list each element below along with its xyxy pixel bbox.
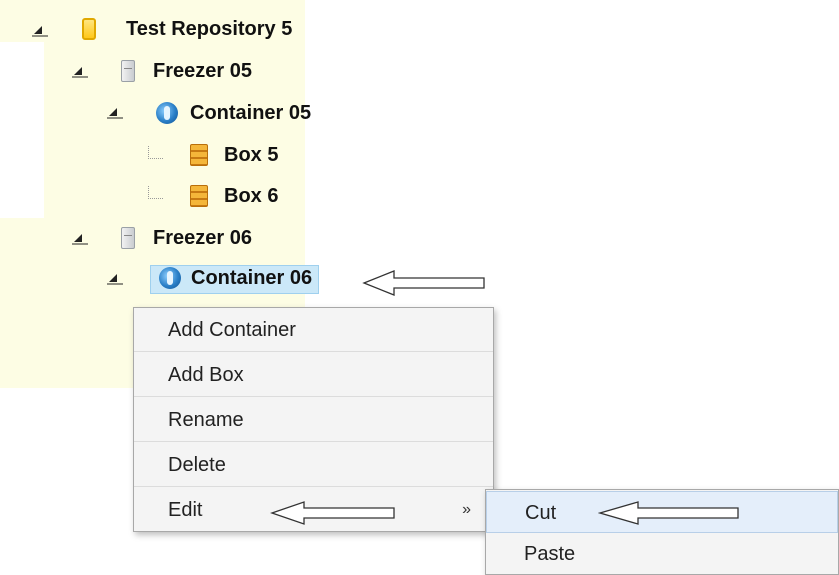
tree-node-repository[interactable]: Test Repository 5 [82, 11, 292, 47]
box-icon [190, 185, 208, 207]
repository-icon [82, 18, 96, 40]
tree-node-label: Freezer 06 [153, 226, 252, 249]
tree-connector [148, 186, 163, 199]
box-icon [190, 144, 208, 166]
menu-item-delete[interactable]: Delete [134, 443, 493, 487]
tree-node-box-5[interactable]: Box 5 [190, 137, 278, 173]
tree-node-label: Box 5 [224, 143, 279, 166]
tree-node-freezer-05[interactable]: Freezer 05 [121, 53, 252, 89]
tree-node-box-6[interactable]: Box 6 [190, 178, 278, 214]
tree-node-container-06[interactable]: Container 06 [150, 261, 320, 297]
tree-node-label: Container 06 [191, 266, 313, 289]
tree-node-freezer-06[interactable]: Freezer 06 [121, 220, 252, 256]
menu-item-label: Paste [524, 543, 576, 565]
freezer-icon [121, 60, 135, 82]
selected-node-highlight[interactable]: Container 06 [150, 264, 320, 294]
menu-item-add-box[interactable]: Add Box [134, 353, 493, 397]
callout-arrow-icon [598, 501, 739, 525]
expander-open-icon[interactable] [105, 268, 125, 288]
expander-open-icon[interactable] [30, 20, 50, 40]
callout-arrow-icon [270, 501, 395, 525]
tree-node-label: Freezer 05 [153, 59, 252, 82]
container-icon [159, 267, 181, 289]
menu-item-rename[interactable]: Rename [134, 398, 493, 442]
submenu-item-paste[interactable]: Paste [486, 533, 838, 575]
tree-node-label: Test Repository 5 [126, 17, 293, 40]
tree-connector [148, 146, 163, 159]
tree-node-label: Box 6 [224, 184, 279, 207]
expander-open-icon[interactable] [70, 61, 90, 81]
menu-item-label: Delete [168, 454, 226, 476]
tree-node-container-05[interactable]: Container 05 [156, 95, 311, 131]
container-icon [156, 102, 178, 124]
callout-arrow-icon [362, 270, 485, 296]
tree-node-label: Container 05 [190, 101, 312, 124]
expander-open-icon[interactable] [70, 228, 90, 248]
freezer-icon [121, 227, 135, 249]
menu-item-label: Rename [168, 409, 244, 431]
menu-item-label: Edit [168, 499, 203, 521]
menu-item-label: Add Container [168, 319, 296, 341]
expander-open-icon[interactable] [105, 102, 125, 122]
menu-item-label: Cut [525, 502, 557, 524]
menu-item-add-container[interactable]: Add Container [134, 308, 493, 352]
menu-item-label: Add Box [168, 364, 244, 386]
submenu-indicator-icon: » [462, 501, 471, 518]
